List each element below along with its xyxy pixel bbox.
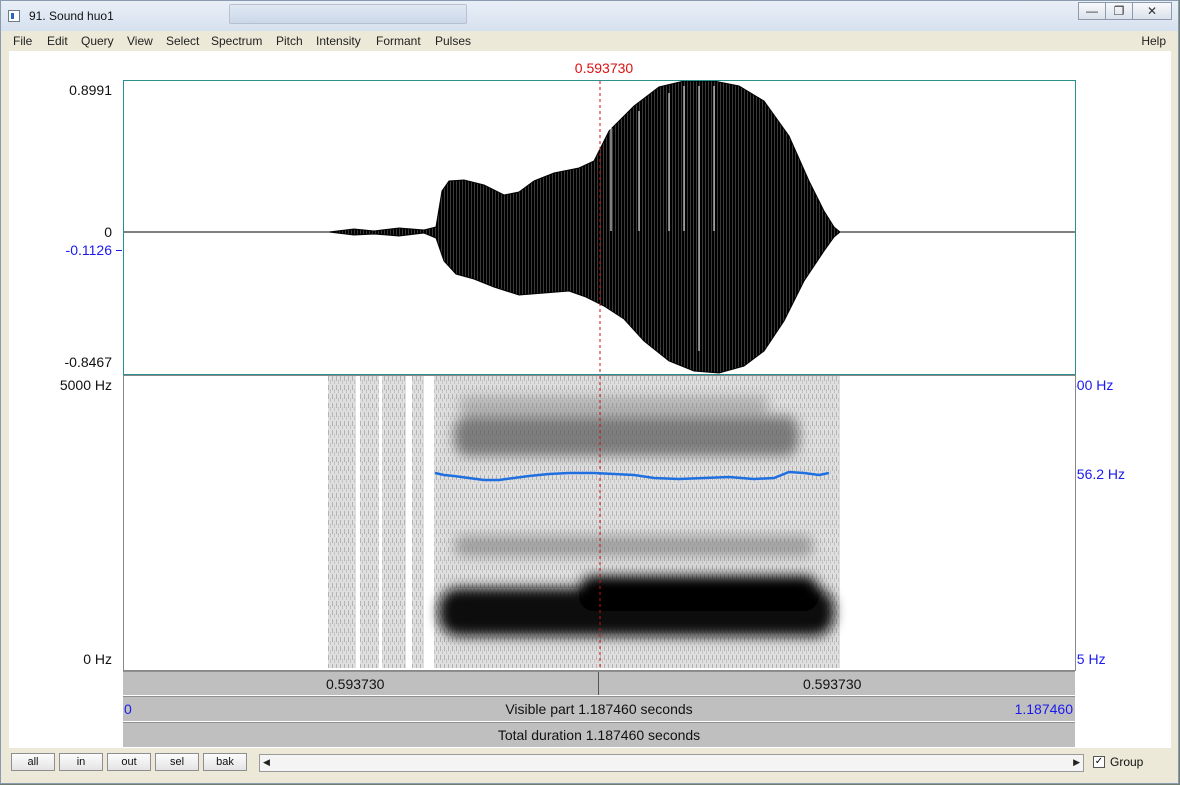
minimize-icon: — (1086, 4, 1098, 18)
menu-pulses[interactable]: Pulses (435, 34, 471, 48)
group-label: Group (1110, 755, 1144, 769)
menu-edit[interactable]: Edit (47, 34, 68, 48)
time-right-label: 0.593730 (803, 676, 862, 692)
total-duration-label: Total duration 1.187460 seconds (497, 727, 701, 743)
scroll-right-icon[interactable]: ▶ (1073, 757, 1080, 768)
time-bar[interactable]: 0.593730 0.593730 (123, 671, 1075, 695)
menu-query[interactable]: Query (81, 34, 114, 48)
all-button[interactable]: all (11, 753, 55, 771)
spectrogram-panel[interactable] (123, 375, 1076, 671)
horizontal-scrollbar[interactable]: ◀ ▶ (259, 754, 1084, 772)
out-button[interactable]: out (107, 753, 151, 771)
title-bar[interactable]: 91. Sound huo1 — ❐ ✕ (1, 1, 1178, 32)
spectrogram-bottom-label: 0 Hz (83, 651, 112, 667)
menu-help[interactable]: Help (1141, 34, 1166, 48)
menu-file[interactable]: File (13, 34, 32, 48)
menu-select[interactable]: Select (166, 34, 199, 48)
waveform-zero-label: 0 (104, 224, 112, 240)
cursor-time-label: 0.593730 (574, 60, 634, 76)
checkmark-icon: ✓ (1094, 756, 1104, 767)
cursor-value-tick (116, 250, 122, 251)
visible-part-label: Visible part 1.187460 seconds (505, 701, 693, 717)
bak-button[interactable]: bak (203, 753, 247, 771)
editor-area: 0.593730 0.8991 0 -0.1126 -0.8467 5000 H… (9, 51, 1171, 748)
total-duration-bar[interactable]: Total duration 1.187460 seconds (123, 722, 1075, 747)
window-title: 91. Sound huo1 (29, 9, 114, 23)
spectrogram-plot (328, 376, 840, 670)
menu-formant[interactable]: Formant (376, 34, 421, 48)
scroll-left-icon[interactable]: ◀ (263, 757, 270, 768)
waveform-plot (124, 81, 1075, 374)
spectrogram-top-label: 5000 Hz (59, 377, 112, 393)
visible-end-label: 1.187460 (1014, 701, 1073, 717)
sel-button[interactable]: sel (155, 753, 199, 771)
waveform-max-label: 0.8991 (69, 82, 112, 98)
waveform-min-label: -0.8467 (64, 354, 112, 370)
close-button[interactable]: ✕ (1132, 2, 1172, 20)
menu-spectrum[interactable]: Spectrum (211, 34, 262, 48)
app-icon (8, 10, 20, 22)
menu-pitch[interactable]: Pitch (276, 34, 303, 48)
sound-editor-window: 91. Sound huo1 — ❐ ✕ File Edit Query Vie… (0, 0, 1179, 784)
group-checkbox[interactable]: ✓ (1093, 756, 1105, 768)
time-left-label: 0.593730 (326, 676, 385, 692)
bottom-toolbar: all in out sel bak ◀ ▶ ✓ Group (9, 748, 1171, 778)
background-window-tab (229, 4, 467, 24)
restore-button[interactable]: ❐ (1105, 2, 1133, 20)
waveform-cursor-value-label: -0.1126 (65, 242, 112, 258)
waveform-trace (328, 81, 841, 374)
waveform-panel[interactable] (123, 80, 1076, 375)
time-divider (598, 672, 599, 695)
close-icon: ✕ (1146, 4, 1158, 18)
menu-view[interactable]: View (127, 34, 153, 48)
restore-icon: ❐ (1113, 4, 1125, 18)
menu-intensity[interactable]: Intensity (316, 34, 361, 48)
pitch-value-label: 356.2 Hz (1069, 466, 1126, 482)
visible-part-bar[interactable]: 0 Visible part 1.187460 seconds 1.187460 (123, 696, 1075, 721)
menu-bar: File Edit Query View Select Spectrum Pit… (1, 31, 1178, 51)
minimize-button[interactable]: — (1078, 2, 1106, 20)
in-button[interactable]: in (59, 753, 103, 771)
